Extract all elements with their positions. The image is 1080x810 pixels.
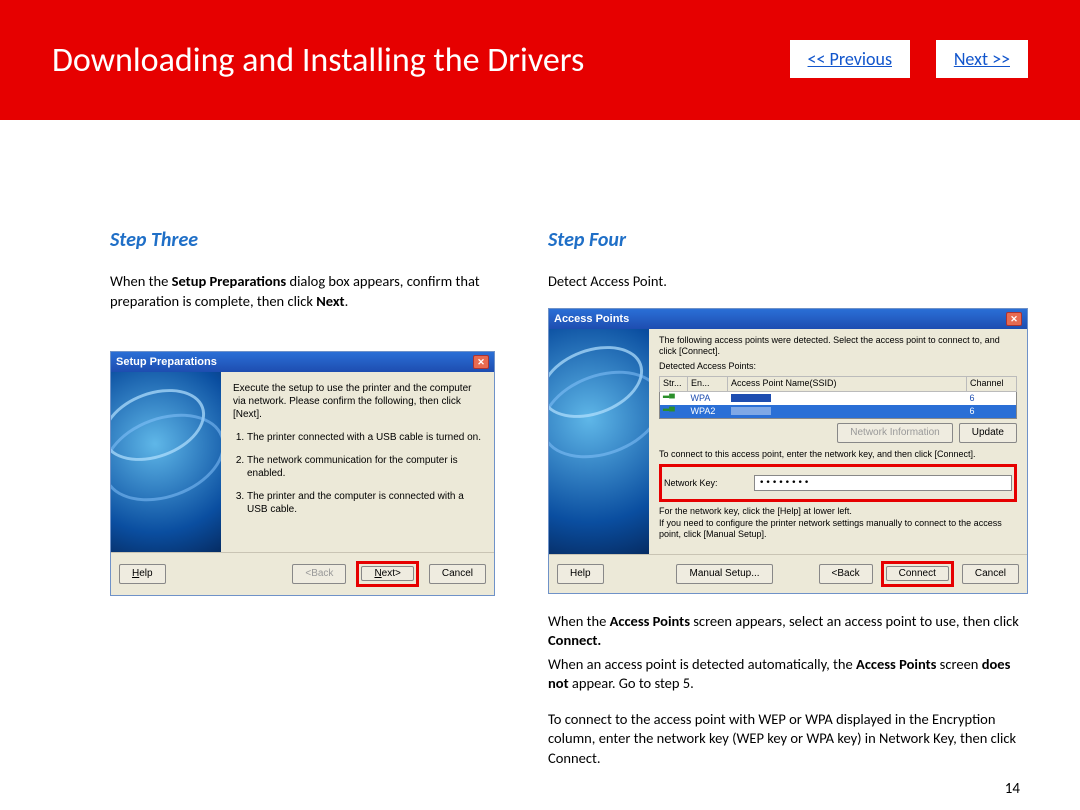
text: When an access point is detected automat…	[548, 655, 856, 673]
dialog-titlebar: Access Points ✕	[549, 309, 1027, 329]
col-ssid[interactable]: Access Point Name(SSID)	[728, 377, 967, 391]
text-bold: Access Points	[856, 655, 936, 673]
step-three-title: Step Three	[110, 228, 498, 252]
dialog-main: Execute the setup to use the printer and…	[221, 372, 494, 552]
connect-highlight: Connect	[881, 561, 954, 587]
manual-setup-button[interactable]: Manual Setup...	[676, 564, 772, 584]
close-icon[interactable]: ✕	[473, 355, 489, 369]
nav-previous-box: << Previous	[790, 40, 910, 78]
network-key-input[interactable]	[754, 475, 1012, 491]
next-button[interactable]: Next>	[361, 566, 413, 581]
dialog-side-image	[549, 329, 649, 554]
help-button[interactable]: Help	[557, 564, 604, 584]
dialog-intro: The following access points were detecte…	[659, 335, 1017, 358]
step-three-text: When the Setup Preparations dialog box a…	[110, 272, 498, 311]
text: screen	[936, 655, 981, 673]
text-bold: Access Points	[610, 612, 690, 630]
cell: 6	[967, 391, 1017, 405]
back-button: <Back	[292, 564, 346, 584]
cell: WPA2	[688, 405, 728, 419]
step-four-p3: When an access point is detected automat…	[548, 655, 1028, 694]
column-step-four: Step Four Detect Access Point. Access Po…	[548, 160, 1028, 785]
dialog-main: The following access points were detecte…	[649, 329, 1027, 554]
network-key-label: Network Key:	[664, 478, 744, 489]
signal-icon	[663, 406, 673, 414]
close-icon[interactable]: ✕	[1006, 312, 1022, 326]
list-item: The printer and the computer is connecte…	[247, 490, 482, 516]
previous-link[interactable]: << Previous	[808, 48, 892, 70]
content-area: Step Three When the Setup Preparations d…	[0, 120, 1080, 785]
step-four-p4: To connect to the access point with WEP …	[548, 710, 1028, 769]
list-item: The network communication for the comput…	[247, 454, 482, 480]
detected-label: Detected Access Points:	[659, 361, 1017, 372]
fine-print: For the network key, click the [Help] at…	[659, 506, 1017, 540]
redacted-ssid	[731, 394, 771, 402]
dialog-list: The printer connected with a USB cable i…	[247, 431, 482, 516]
signal-icon	[663, 393, 673, 401]
list-item: The printer connected with a USB cable i…	[247, 431, 482, 444]
back-button[interactable]: <Back	[819, 564, 873, 584]
connect-hint: To connect to this access point, enter t…	[659, 449, 1017, 460]
help-button[interactable]: Help	[119, 564, 166, 584]
network-key-highlight: Network Key:	[659, 464, 1017, 502]
nav-next-box: Next >>	[936, 40, 1028, 78]
table-row[interactable]: WPA 6	[660, 391, 1017, 405]
text: When the	[548, 612, 610, 630]
cancel-button[interactable]: Cancel	[429, 564, 486, 584]
redacted-ssid	[731, 407, 771, 415]
dialog-titlebar: Setup Preparations ✕	[111, 352, 494, 372]
page-title: Downloading and Installing the Drivers	[52, 40, 584, 81]
table-buttons: Network Information Update	[659, 423, 1017, 443]
text-bold: Connect.	[548, 631, 601, 649]
column-step-three: Step Three When the Setup Preparations d…	[110, 160, 498, 785]
step-four-p2: When the Access Points screen appears, s…	[548, 612, 1028, 651]
dialog-title: Setup Preparations	[116, 356, 217, 368]
table-row-selected[interactable]: WPA2 6	[660, 405, 1017, 419]
text: When the	[110, 272, 172, 290]
connect-button[interactable]: Connect	[886, 566, 949, 581]
text-bold: Setup Preparations	[172, 272, 287, 290]
network-info-button: Network Information	[837, 423, 952, 443]
col-encryption[interactable]: En...	[688, 377, 728, 391]
dialog-title: Access Points	[554, 313, 629, 325]
dialog-footer: Help Manual Setup... <Back Connect Cance…	[549, 554, 1027, 593]
detect-text: Detect Access Point.	[548, 272, 1028, 292]
update-button[interactable]: Update	[959, 423, 1017, 443]
next-link[interactable]: Next >>	[954, 48, 1010, 70]
text: screen appears, select an access point t…	[690, 612, 1019, 630]
text: appear. Go to step 5.	[569, 674, 694, 692]
dialog-intro: Execute the setup to use the printer and…	[233, 382, 482, 421]
text: .	[345, 292, 349, 310]
dialog-side-image	[111, 372, 221, 552]
dialog-footer: Help <Back Next> Cancel	[111, 552, 494, 595]
page-number: 14	[1005, 780, 1020, 798]
step-four-title: Step Four	[548, 228, 1028, 252]
setup-preparations-dialog: Setup Preparations ✕ Execute the setup t…	[110, 351, 495, 596]
dialog-body: The following access points were detecte…	[549, 329, 1027, 554]
cancel-button[interactable]: Cancel	[962, 564, 1019, 584]
text-bold: Next	[316, 292, 344, 310]
access-points-table: Str... En... Access Point Name(SSID) Cha…	[659, 376, 1017, 419]
page-header: Downloading and Installing the Drivers <…	[0, 0, 1080, 120]
cell: WPA	[688, 391, 728, 405]
cell: 6	[967, 405, 1017, 419]
col-channel[interactable]: Channel	[967, 377, 1017, 391]
dialog-body: Execute the setup to use the printer and…	[111, 372, 494, 552]
access-points-dialog: Access Points ✕ The following access poi…	[548, 308, 1028, 594]
next-highlight: Next>	[356, 561, 418, 587]
